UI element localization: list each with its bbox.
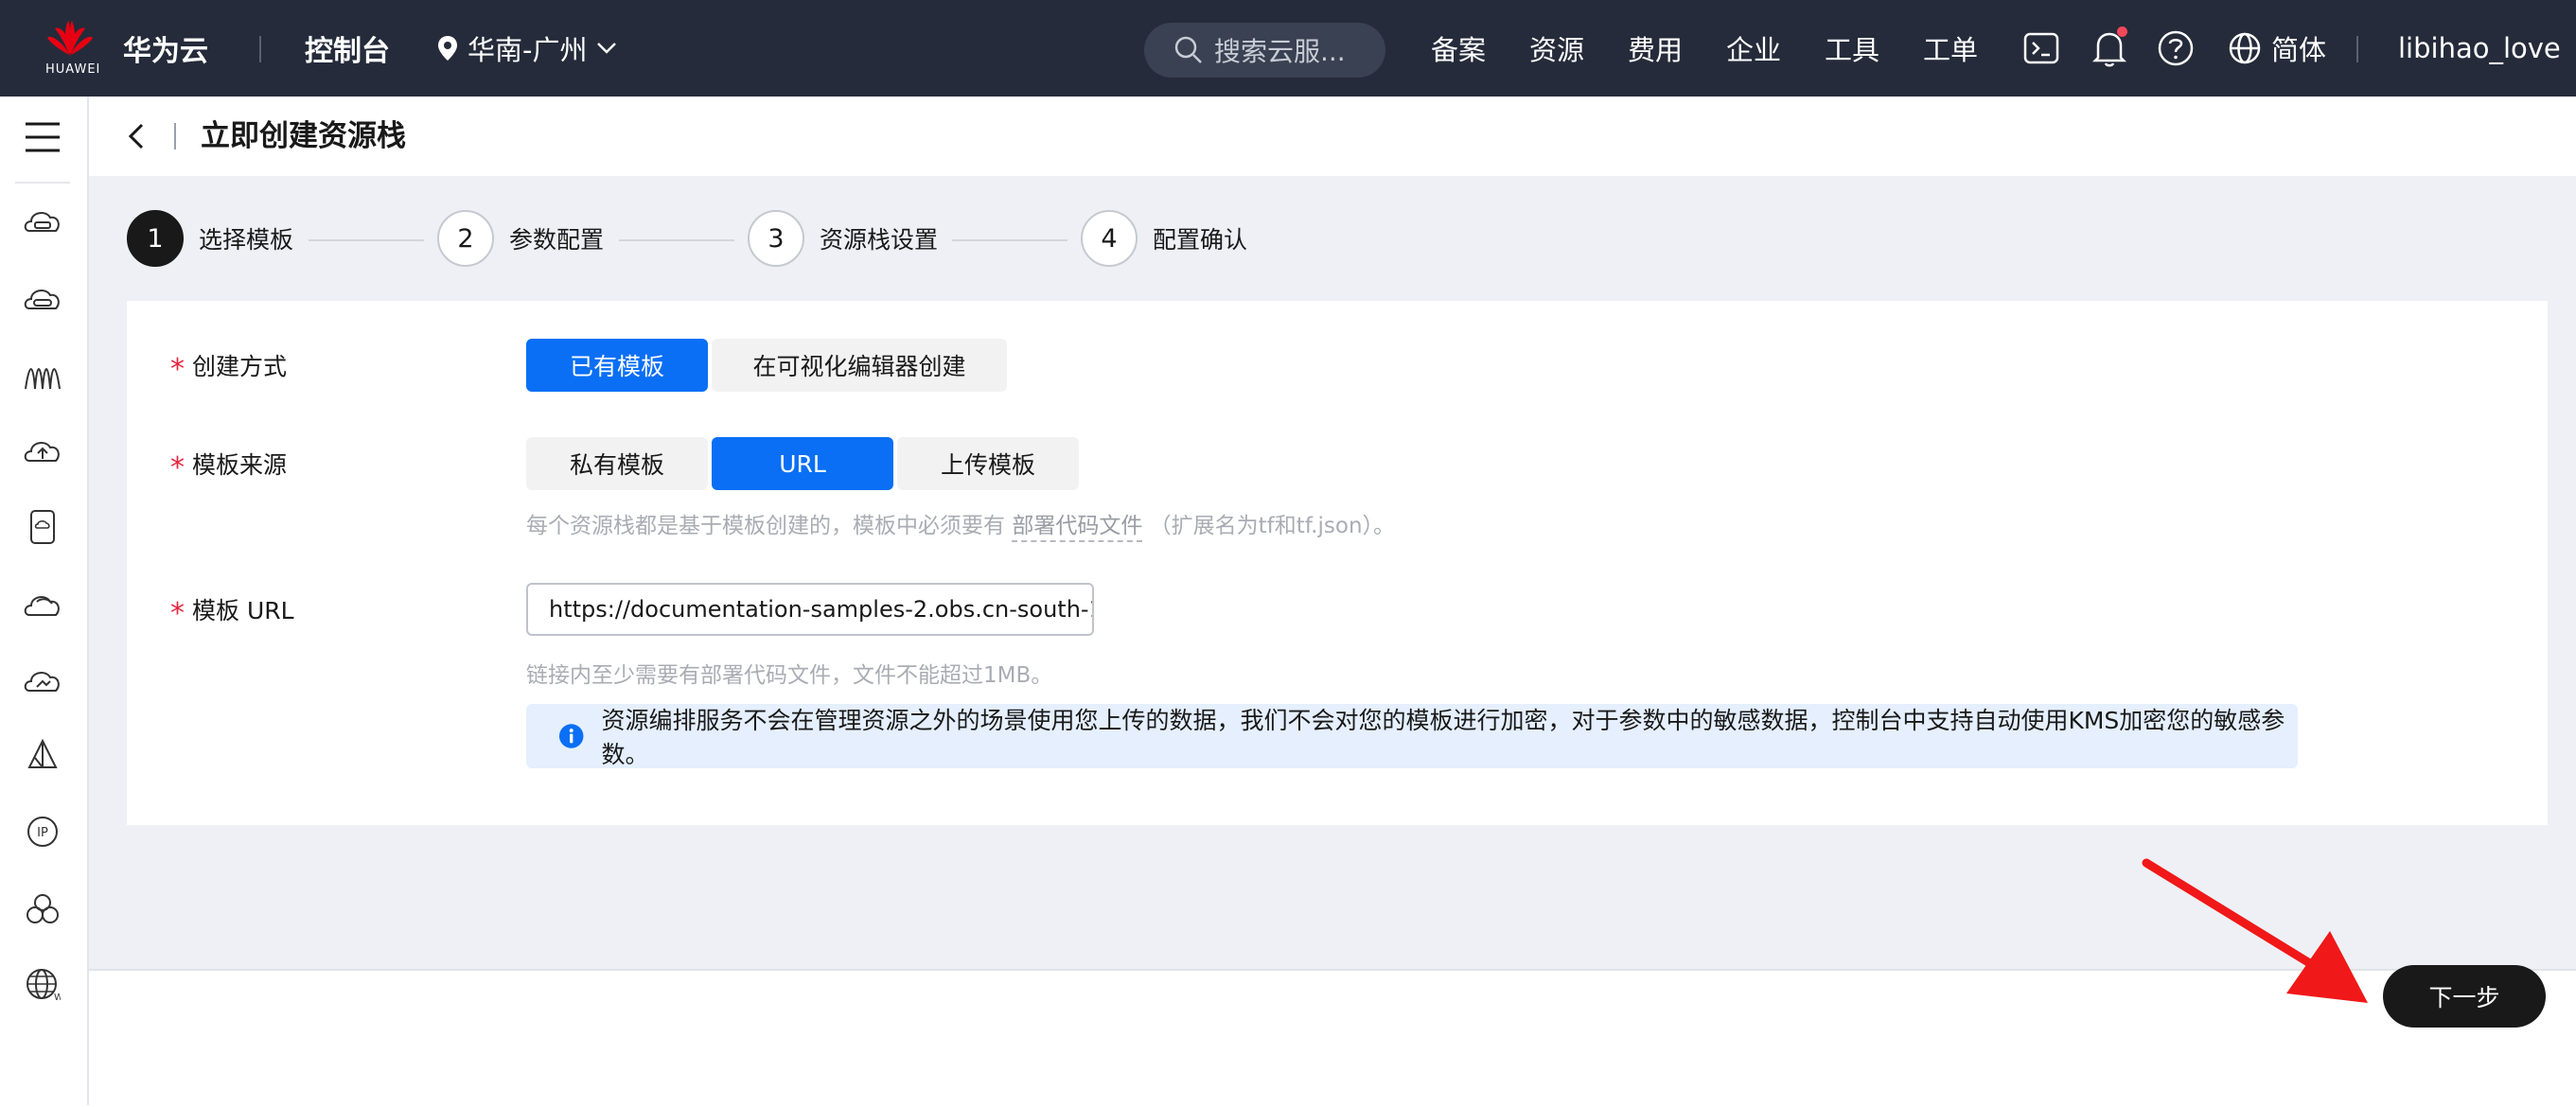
template-source-hint: 每个资源栈都是基于模板创建的，模板中必须要有 部署代码文件 （扩展名为tf和tf… [526,507,1395,542]
deploy-code-file-link[interactable]: 部署代码文件 [1012,514,1143,542]
nav-beian[interactable]: 备案 [1431,0,1486,97]
search-placeholder: 搜索云服... [1214,36,1346,67]
chevron-down-icon [597,43,617,54]
brand-name[interactable]: 华为云 [123,0,208,97]
create-method-label: * 创建方式 [170,353,288,386]
help-icon[interactable] [2156,28,2196,68]
top-bar: HUAWEI 华为云 控制台 华南-广州 搜索云服... 备案 资源 费用 企业… [0,0,2576,97]
option-existing-template[interactable]: 已有模板 [526,339,708,392]
region-label: 华南-广州 [468,34,588,66]
next-step-button[interactable]: 下一步 [2383,965,2546,1028]
back-arrow-icon[interactable] [117,117,155,155]
console-link[interactable]: 控制台 [305,0,390,97]
step-label: 参数配置 [509,226,605,254]
step-number: 3 [748,210,804,267]
step-1: 1 选择模板 [127,210,293,267]
nav-resources[interactable]: 资源 [1529,0,1584,97]
step-number: 1 [127,210,184,267]
search-icon [1174,36,1202,63]
region-selector[interactable]: 华南-广州 [437,0,617,97]
evs-icon[interactable] [21,278,64,322]
info-banner: 资源编排服务不会在管理资源之外的场景使用您上传的数据，我们不会对您的模板进行加密… [526,704,2298,768]
step-label: 资源栈设置 [820,226,939,254]
step-number: 2 [437,210,494,267]
required-mark: * [170,451,185,484]
step-connector [952,239,1067,241]
notification-dot [2117,26,2127,37]
nav-billing[interactable]: 费用 [1628,0,1683,97]
ecs-icon[interactable] [21,201,64,244]
step-2: 2 参数配置 [437,210,604,267]
step-number: 4 [1081,210,1138,267]
page-header: 立即创建资源栈 [89,97,2576,176]
language-label: 简体 [2271,34,2327,66]
step-label: 选择模板 [199,226,294,254]
annotation-arrow-icon [2142,858,2368,1003]
template-url-label: * 模板 URL [170,597,294,630]
nav-tools[interactable]: 工具 [1825,0,1879,97]
svg-text:W: W [54,993,61,1003]
info-icon [558,724,584,748]
logo-subtext: HUAWEI [45,62,101,77]
divider [259,36,261,62]
header-divider [174,123,176,149]
globe-icon [2229,32,2261,64]
eip-icon[interactable]: IP [21,810,64,853]
template-url-hint: 链接内至少需要有部署代码文件，文件不能超过1MB。 [526,663,1053,688]
info-text: 资源编排服务不会在管理资源之外的场景使用您上传的数据，我们不会对您的模板进行加密… [601,707,2285,768]
template-source-label: * 模板来源 [170,451,288,484]
language-switcher[interactable]: 简体 [2228,0,2326,97]
huawei-logo-icon[interactable] [45,19,95,59]
sidebar-divider [15,182,70,184]
step-label: 配置确认 [1153,226,1248,254]
required-mark: * [170,597,185,630]
cce-icon[interactable] [21,887,64,931]
option-visual-editor[interactable]: 在可视化编辑器创建 [712,339,1007,392]
sidebar: IP W [0,97,89,1105]
vpc-icon[interactable] [21,659,64,702]
nav-enterprise[interactable]: 企业 [1726,0,1781,97]
terminal-icon[interactable] [2021,28,2061,68]
template-url-input[interactable]: https://documentation-samples-2.obs.cn-s… [526,583,1094,636]
cloud-icon[interactable] [21,583,64,626]
search-box[interactable]: 搜索云服... [1144,23,1385,78]
rds-icon[interactable] [21,505,64,549]
svg-text:IP: IP [37,826,48,840]
step-4: 4 配置确认 [1081,210,1247,267]
username[interactable]: libihao_love [2398,0,2561,97]
page-title: 立即创建资源栈 [201,119,406,153]
menu-icon[interactable] [21,115,64,159]
divider [2356,36,2358,62]
step-3: 3 资源栈设置 [748,210,938,267]
elb-icon[interactable] [21,354,64,397]
step-connector [619,239,734,241]
waf-icon[interactable]: W [21,963,64,1007]
option-url[interactable]: URL [712,437,893,490]
step-connector [309,239,424,241]
option-private-template[interactable]: 私有模板 [526,437,708,490]
obs-icon[interactable] [21,430,64,473]
bell-icon[interactable] [2090,26,2129,68]
nav-tickets[interactable]: 工单 [1923,0,1978,97]
required-mark: * [170,353,185,386]
option-upload-template[interactable]: 上传模板 [897,437,1079,490]
location-pin-icon [438,36,457,61]
dns-icon[interactable] [21,734,64,778]
